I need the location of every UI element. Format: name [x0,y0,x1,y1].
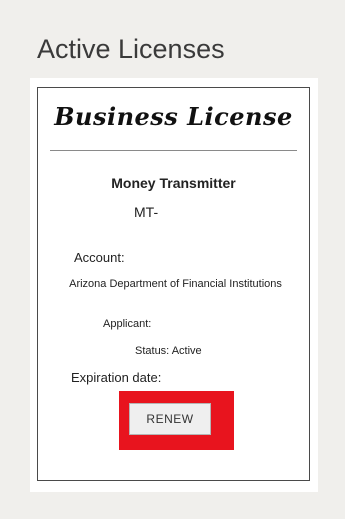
expiration-label: Expiration date: [71,370,162,385]
page-title: Active Licenses [37,34,225,64]
card-divider [50,150,297,151]
renew-highlight-box: RENEW [119,391,234,450]
account-value: Arizona Department of Financial Institut… [69,278,282,290]
status-text: Status: Active [135,345,202,357]
license-type: Money Transmitter [111,175,236,191]
applicant-label: Applicant: [103,318,152,330]
license-number: MT- [134,204,159,220]
renew-button[interactable]: RENEW [129,403,211,435]
business-license-card: Business License Money Transmitter MT- A… [37,87,310,481]
account-label: Account: [74,250,125,265]
card-heading: Business License [54,102,293,131]
